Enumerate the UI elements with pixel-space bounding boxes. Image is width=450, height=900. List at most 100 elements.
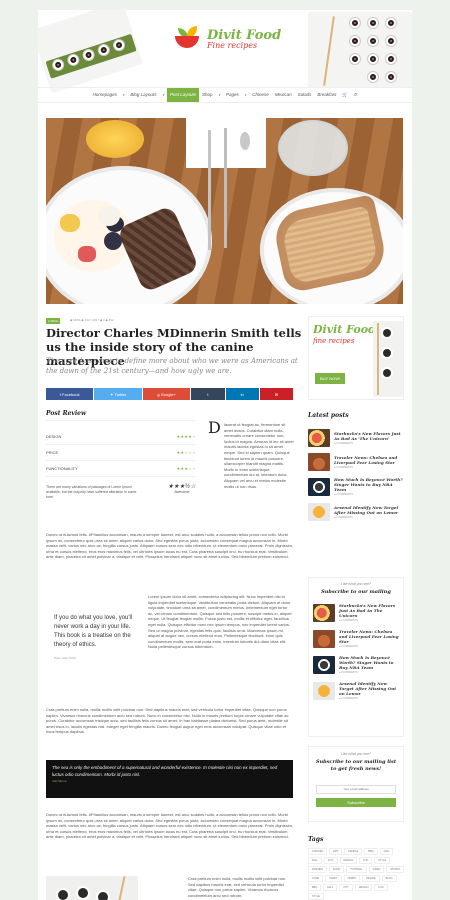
sidebar-ad[interactable]: Divit Food fine recipes BUY NOW! <box>308 316 404 400</box>
tag-link[interactable]: BBQ <box>308 884 322 891</box>
highlight-link[interactable]: Add Meme <box>52 778 287 785</box>
nav-chinese[interactable]: Chinese <box>249 88 272 102</box>
nav-blog-layouts[interactable]: Blog Layouts <box>127 88 159 102</box>
tag-link[interactable]: CRAFT <box>325 875 342 882</box>
tag-link[interactable]: DESIGN <box>354 884 373 891</box>
hero-image <box>46 118 403 304</box>
quote-text: If you do what you love, you'll never wo… <box>54 615 133 648</box>
highlight-text: The sea is only the embodiment of a supe… <box>52 765 278 777</box>
tag-link[interactable]: FUN <box>374 884 388 891</box>
nav-shop[interactable]: Shop <box>199 88 216 102</box>
post-thumbnail <box>308 503 330 521</box>
ad-title: Divit Food <box>313 323 376 336</box>
highlight-box: The sea is only the embodiment of a supe… <box>46 760 293 798</box>
list-item[interactable]: Starbucks's New Flavors Just As Bad As T… <box>313 603 399 623</box>
nav-breakfast[interactable]: Breakfast <box>314 88 339 102</box>
header-sushi-left <box>38 10 143 94</box>
list-item[interactable]: How Much Is Beyoncé Worth? Singer Wants … <box>313 655 399 675</box>
post-subtitle: The cure has come to define more about w… <box>46 357 298 375</box>
post-thumbnail <box>308 429 330 447</box>
review-row: DESIGN ★★★★☆ <box>46 429 196 445</box>
bowl-logo-icon <box>172 26 202 52</box>
tag-link[interactable]: STYLE <box>374 857 391 864</box>
star-rating-icon: ★★★★☆ <box>176 434 196 439</box>
dropcap-paragraph: lacerat ut feugiat ac, fermentum sit ame… <box>224 422 294 489</box>
share-tumblr-button[interactable]: t <box>191 388 225 400</box>
newsletter-kicker: Like what you see? <box>341 752 371 756</box>
main-nav: Homepages ▾ Blog Layouts ▾ Post Layouts Sh… <box>38 87 412 103</box>
list-item[interactable]: Arsenal Identify New Target After Missin… <box>308 503 404 521</box>
tag-link[interactable]: FRIENDS <box>308 866 327 873</box>
tag-link[interactable]: PEOPLE <box>344 848 363 855</box>
nav-pages[interactable]: Pages <box>223 88 242 102</box>
tags-title: Tags <box>308 836 324 843</box>
tag-link[interactable]: CITY <box>323 857 338 864</box>
tag-link[interactable]: DESIGN <box>339 857 358 864</box>
tag-link[interactable]: BBQ <box>364 848 378 855</box>
share-facebook-button[interactable]: f Facebook <box>46 388 94 400</box>
nav-salads[interactable]: Salads <box>295 88 315 102</box>
subscribe-kicker: Like what you see? <box>341 582 371 586</box>
pinterest-icon: ✉ <box>274 391 279 397</box>
linkedin-icon: in <box>240 391 244 397</box>
newsletter-email-input[interactable] <box>316 784 396 794</box>
list-item[interactable]: How Much Is Beyoncé Worth? Singer Wants … <box>308 477 404 497</box>
nav-mexican[interactable]: Mexican <box>272 88 295 102</box>
post-review: Post Review DESIGN ★★★★☆ PRICE ★★☆☆☆ FUNCT… <box>46 410 196 500</box>
category-tag[interactable]: LUNCH <box>46 318 61 324</box>
paragraph: Cras pretium enim nulla, mollis mollis v… <box>46 707 289 735</box>
tag-link[interactable]: CODE <box>308 875 324 882</box>
tag-link[interactable]: FALL <box>308 857 322 864</box>
review-summary: There are many variations of passages of… <box>46 484 196 500</box>
tag-link[interactable]: FUN <box>359 857 373 864</box>
list-item[interactable]: Traveler News: Chelsea and Liverpool Fea… <box>313 629 399 649</box>
paragraph: Donec ut euismod felis. #Phasellus accum… <box>46 532 294 560</box>
star-rating-icon: ★★★☆☆ <box>176 466 196 471</box>
tag-link[interactable]: STYLE <box>308 893 324 900</box>
share-linkedin-button[interactable]: in <box>225 388 259 400</box>
ad-buy-now-button[interactable]: BUY NOW! <box>315 373 346 384</box>
list-item[interactable]: Traveler News: Chelsea and Liverpool Fea… <box>308 453 404 471</box>
review-score-label: Awesome <box>174 490 190 494</box>
subscribe-title: Subscribe to our mailing <box>321 589 391 595</box>
tag-link[interactable]: HOBBY <box>343 875 361 882</box>
logo-tagline: Fine recipes <box>207 40 258 50</box>
tag-link[interactable]: FALL <box>323 884 338 891</box>
tumblr-icon: t <box>207 391 209 397</box>
post-meta: ◆ MISS ◆ JULY 2017 ◆ 0 ◆ 452 <box>70 318 114 322</box>
tag-link[interactable]: STUDIO <box>386 866 404 873</box>
subscribe-button[interactable]: Subscribe <box>316 798 396 807</box>
share-bar: f Facebook ✦ Twitter g Google+ t in ✉ <box>46 388 294 400</box>
tag-link[interactable]: CHICKEN <box>308 848 328 855</box>
post-thumbnail <box>313 604 335 622</box>
tag-link[interactable]: GIRL <box>379 848 394 855</box>
tag-link[interactable]: TUTORIAL <box>346 866 367 873</box>
list-item[interactable]: Arsenal Identify New Target After Missin… <box>313 681 399 701</box>
list-item[interactable]: Starbucks's New Flavors Just As Bad As '… <box>308 429 404 447</box>
tag-link[interactable]: CITY <box>339 884 353 891</box>
tag-link[interactable]: RECIPE <box>362 875 380 882</box>
review-row: FUNCTIONALITY ★★★☆☆ <box>46 461 196 477</box>
tag-link[interactable]: BLOG <box>381 875 397 882</box>
cart-icon[interactable]: 🛒 <box>339 88 351 102</box>
tag-link[interactable]: EPP <box>329 848 343 855</box>
tag-link[interactable]: VIDEO <box>368 866 385 873</box>
share-pinterest-button[interactable]: ✉ <box>259 388 294 400</box>
site-logo[interactable]: Divit Food Fine recipes <box>172 26 281 52</box>
nav-post-layouts[interactable]: Post Layouts <box>166 88 199 102</box>
latest-posts-title: Latest posts <box>308 412 349 419</box>
post-thumbnail <box>313 630 335 648</box>
header-sushi-right <box>308 12 412 88</box>
newsletter-box: Like what you see? Subscribe to our mail… <box>308 746 404 822</box>
star-rating-icon: ★★☆☆☆ <box>176 450 196 455</box>
share-twitter-button[interactable]: ✦ Twitter <box>94 388 142 400</box>
search-icon[interactable]: ⌕ <box>351 88 360 102</box>
share-google-button[interactable]: g Google+ <box>142 388 191 400</box>
tag-link[interactable]: FOOD <box>328 866 345 873</box>
latest-posts: Latest posts Starbucks's New Flavors Jus… <box>308 412 404 527</box>
page: Divit Food Fine recipes Homepages ▾ Blog … <box>38 10 412 900</box>
post-thumbnail <box>308 453 330 471</box>
drop-cap: D <box>208 418 221 437</box>
nav-homepages[interactable]: Homepages <box>90 88 120 102</box>
tag-cloud: CHICKEN EPP PEOPLE BBQ GIRL FALL CITY DESIGN FUN… <box>308 848 404 900</box>
